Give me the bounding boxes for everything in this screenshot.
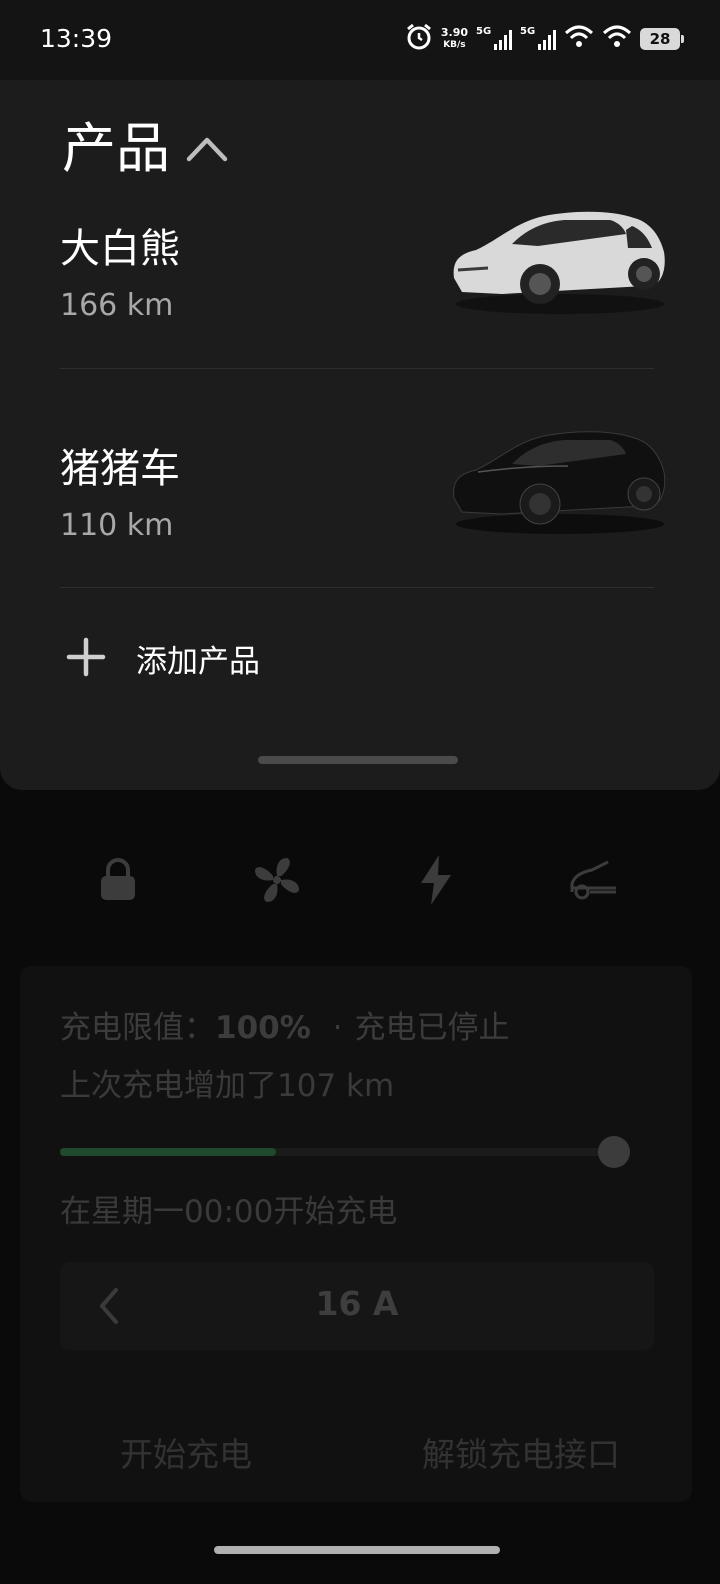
battery-icon: 28 <box>640 28 684 50</box>
chevron-up-icon[interactable] <box>186 112 228 175</box>
vehicle-image <box>453 211 665 314</box>
vehicle-image <box>453 431 666 534</box>
charging-card: 充电限值：100% · 充电已停止 上次充电增加了107 km 在星期一00:00… <box>20 966 692 1502</box>
amperage-control: 16 A <box>60 1262 654 1350</box>
bolt-icon[interactable] <box>404 848 468 912</box>
network-speed-value: 3.90 <box>440 26 468 39</box>
vehicle-range: 110 km <box>60 508 174 543</box>
battery-level-fill <box>60 1148 277 1156</box>
lock-icon[interactable] <box>86 848 150 912</box>
status-bar: 13:39 3.90 KB/s 5G 5G 28 <box>0 0 720 80</box>
status-icons: 3.90 KB/s 5G 5G 28 <box>405 22 684 56</box>
divider <box>60 587 654 588</box>
add-product-label: 添加产品 <box>136 644 260 680</box>
vehicle-item-white[interactable]: 大白熊 166 km <box>60 211 665 434</box>
page-title: 产品 <box>62 117 170 180</box>
signal-label: 5G <box>520 26 536 37</box>
charge-limit-slider-knob[interactable] <box>598 1136 630 1168</box>
quick-controls <box>0 848 720 912</box>
charge-limit-slider[interactable] <box>60 1148 614 1156</box>
fan-icon[interactable] <box>245 848 309 912</box>
alarm-icon <box>405 23 433 55</box>
charge-status: 充电限值：100% · 充电已停止 <box>60 1002 510 1047</box>
status-separator: · <box>332 1010 343 1046</box>
wifi-icon <box>602 25 632 53</box>
signal-icon: 5G <box>476 26 512 50</box>
vehicle-range: 166 km <box>60 288 174 323</box>
vehicle-item-black[interactable]: 猪猪车 110 km <box>60 431 666 654</box>
amperage-value: 16 A <box>315 1284 399 1323</box>
add-product-button[interactable]: 添加产品 <box>66 636 260 681</box>
status-time: 13:39 <box>40 24 113 53</box>
charge-limit-value: 100% <box>215 1010 311 1046</box>
network-speed: 3.90 KB/s <box>441 27 468 51</box>
start-charging-button[interactable]: 开始充电 <box>120 1428 252 1476</box>
last-charge-text: 上次充电增加了107 km <box>60 1068 395 1104</box>
unlock-charge-port-button[interactable]: 解锁充电接口 <box>422 1428 620 1476</box>
sheet-drag-handle[interactable] <box>258 756 458 764</box>
divider <box>60 368 654 369</box>
wifi-icon <box>564 25 594 53</box>
charge-limit-label: 充电限值： <box>60 1010 215 1046</box>
car-frunk-icon[interactable] <box>562 848 626 912</box>
plus-icon <box>66 637 106 681</box>
network-speed-unit: KB/s <box>443 40 466 50</box>
vehicle-name: 猪猪车 <box>60 446 180 492</box>
products-sheet: 13:39 3.90 KB/s 5G 5G 28 产品 大白熊 166 km 猪… <box>0 0 720 790</box>
vehicle-name: 大白熊 <box>60 226 180 272</box>
home-indicator[interactable] <box>214 1546 500 1554</box>
signal-label: 5G <box>476 26 492 37</box>
signal-icon: 5G <box>520 26 556 50</box>
charge-state: 充电已停止 <box>354 1010 510 1046</box>
products-header[interactable]: 产品 <box>62 104 228 183</box>
charging-actions: 开始充电 解锁充电接口 <box>20 1428 692 1478</box>
scheduled-charge-text: 在星期一00:00开始充电 <box>60 1194 398 1230</box>
